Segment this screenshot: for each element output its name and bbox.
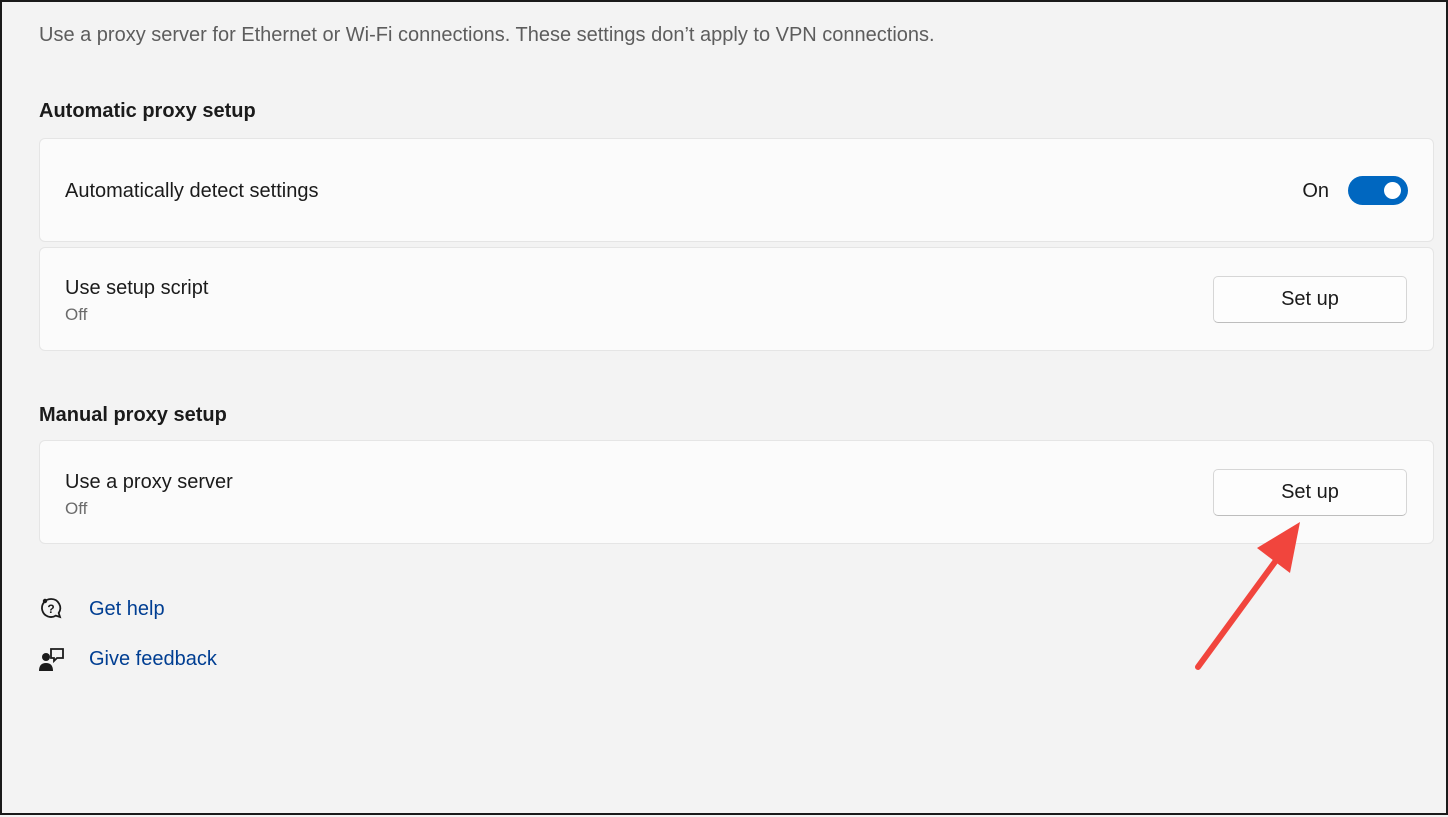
auto-detect-label: Automatically detect settings bbox=[65, 180, 319, 202]
proxy-server-setup-button[interactable]: Set up bbox=[1213, 469, 1407, 516]
give-feedback-row[interactable]: Give feedback bbox=[39, 646, 217, 672]
manual-proxy-section-title: Manual proxy setup bbox=[39, 404, 227, 426]
auto-detect-card: Automatically detect settings On bbox=[39, 138, 1434, 242]
proxy-server-card: Use a proxy server Off Set up bbox=[39, 440, 1434, 544]
toggle-knob bbox=[1384, 182, 1401, 199]
svg-text:?: ? bbox=[47, 602, 54, 616]
get-help-row[interactable]: ? Get help bbox=[39, 596, 165, 622]
auto-detect-toggle[interactable] bbox=[1348, 176, 1408, 205]
proxy-server-status: Off bbox=[65, 499, 88, 518]
auto-detect-state: On bbox=[1302, 180, 1329, 202]
setup-script-setup-button[interactable]: Set up bbox=[1213, 276, 1407, 323]
automatic-proxy-section-title: Automatic proxy setup bbox=[39, 100, 256, 122]
settings-page: Use a proxy server for Ethernet or Wi-Fi… bbox=[0, 0, 1448, 815]
proxy-server-label: Use a proxy server bbox=[65, 471, 233, 493]
get-help-link[interactable]: Get help bbox=[89, 598, 165, 621]
setup-script-status: Off bbox=[65, 305, 88, 324]
page-description: Use a proxy server for Ethernet or Wi-Fi… bbox=[39, 24, 935, 46]
give-feedback-link[interactable]: Give feedback bbox=[89, 648, 217, 671]
setup-script-card: Use setup script Off Set up bbox=[39, 247, 1434, 351]
setup-script-label: Use setup script bbox=[65, 277, 209, 299]
feedback-icon bbox=[39, 646, 65, 672]
help-chat-icon: ? bbox=[39, 596, 65, 622]
